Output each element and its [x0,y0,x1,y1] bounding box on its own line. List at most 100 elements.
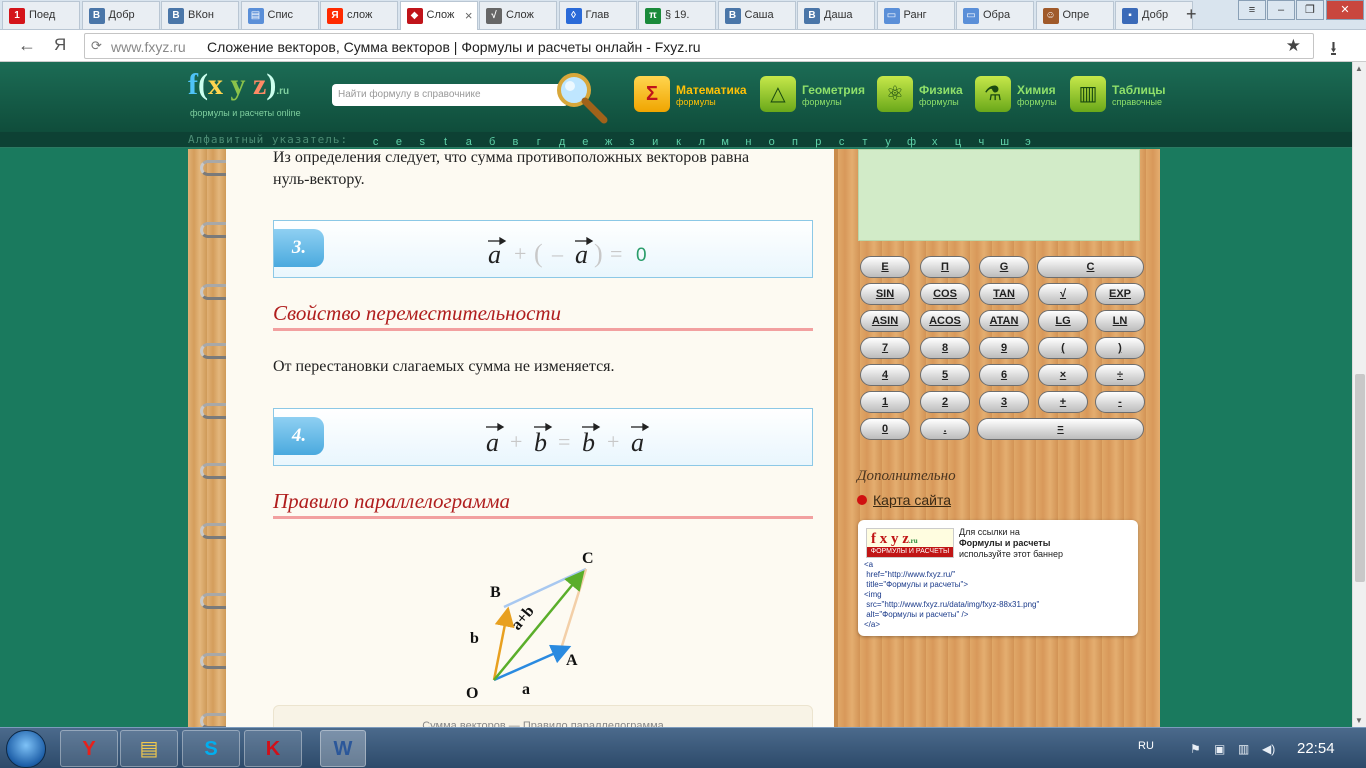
alphabet-letter[interactable]: о [760,134,783,150]
category-0[interactable]: Σ Математика формулы [634,76,754,116]
calc-key[interactable]: √ [1038,283,1088,305]
calc-key[interactable]: П [920,256,970,278]
minimize-icon[interactable]: – [1267,0,1295,20]
maximize-icon[interactable]: ❐ [1296,0,1324,20]
search-magnifier-icon[interactable] [552,68,608,124]
alphabet-letter[interactable]: ц [946,134,969,150]
clock[interactable]: 22:54 [1297,740,1335,757]
calc-key[interactable]: ( [1038,337,1088,359]
skype-taskbar-icon[interactable]: S [182,730,240,767]
alphabet-letter[interactable]: к [667,134,690,150]
scroll-up-icon[interactable]: ▲ [1355,64,1363,73]
calc-key[interactable]: ÷ [1095,364,1145,386]
banner-logo[interactable]: f x y z.ru ФОРМУЛЫ И РАСЧЕТЫ [866,528,954,558]
calc-key[interactable]: 0 [860,418,910,440]
formula-search-input[interactable]: Найти формулу в справочнике [332,84,568,106]
explorer-taskbar-icon[interactable]: ▤ [120,730,178,767]
alphabet-letter[interactable]: е [574,134,597,150]
calc-key[interactable]: 3 [979,391,1029,413]
alphabet-letter[interactable]: э [1016,134,1039,150]
scroll-thumb[interactable] [1355,374,1365,582]
calc-key[interactable]: ASIN [860,310,910,332]
browser-tab[interactable]: Яслож [320,1,398,29]
menu-icon[interactable]: ≡ [1238,0,1266,20]
alphabet-letter[interactable]: ф [900,134,923,150]
alphabet-letter[interactable]: д [550,134,573,150]
calc-key[interactable]: = [977,418,1144,440]
calc-key[interactable]: 7 [860,337,910,359]
calc-key[interactable]: 2 [920,391,970,413]
calc-key[interactable]: G [979,256,1029,278]
start-button[interactable] [6,730,46,768]
calc-key[interactable]: 9 [979,337,1029,359]
site-logo[interactable]: f(x y z).ru [188,68,289,102]
language-indicator[interactable]: RU [1138,740,1154,752]
calc-key[interactable]: ACOS [920,310,970,332]
alphabet-letter[interactable]: ч [970,134,993,150]
calc-key[interactable]: × [1038,364,1088,386]
calc-key[interactable]: 8 [920,337,970,359]
vertical-scrollbar[interactable]: ▲ ▼ [1352,62,1366,727]
alphabet-letter[interactable]: р [807,134,830,150]
alphabet-letter[interactable]: в [504,134,527,150]
calc-key[interactable]: + [1038,391,1088,413]
calc-key[interactable]: 5 [920,364,970,386]
calc-key[interactable]: ATAN [979,310,1029,332]
alphabet-letter[interactable]: м [713,134,736,150]
banner-code[interactable]: <a href="http://www.fxyz.ru/" title="Фор… [864,560,1039,630]
close-icon[interactable]: ✕ [1326,0,1364,20]
calc-key[interactable]: LN [1095,310,1145,332]
calc-key[interactable]: - [1095,391,1145,413]
alphabet-letter[interactable]: л [690,134,713,150]
browser-tab[interactable]: ▪ Добр [1115,1,1193,29]
yandex-taskbar-icon[interactable]: Y [60,730,118,767]
category-4[interactable]: ▥ Таблицы справочные [1070,76,1190,116]
url-field[interactable]: ⟳ www.fxyz.ru Сложение векторов, Сумма в… [84,33,1314,59]
calc-key[interactable]: COS [920,283,970,305]
network-icon[interactable]: ▥ [1238,742,1249,756]
usb-icon[interactable]: ▣ [1214,742,1225,756]
browser-tab[interactable]: ◊ Глав [558,1,637,29]
tab-close-icon[interactable]: × [465,8,473,23]
kaspersky-taskbar-icon[interactable]: K [244,730,302,767]
alphabet-letter[interactable]: ш [993,134,1016,150]
calc-key[interactable]: ) [1095,337,1145,359]
calc-key[interactable]: LG [1038,310,1088,332]
calc-key[interactable]: . [920,418,970,440]
calc-key[interactable]: 4 [860,364,910,386]
scroll-down-icon[interactable]: ▼ [1355,716,1363,725]
browser-tab[interactable]: ▤ Спис [240,1,319,29]
browser-tab[interactable]: В Добр [81,1,160,29]
alphabet-letter[interactable]: х [923,134,946,150]
alphabet-letter[interactable]: п [783,134,806,150]
browser-tab[interactable]: ▭ Обра [956,1,1034,29]
calc-key[interactable]: E [860,256,910,278]
calc-key[interactable]: TAN [979,283,1029,305]
flag-icon[interactable]: ⚑ [1190,742,1201,756]
yandex-logo-icon[interactable]: Я [54,35,66,55]
alphabet-letter[interactable]: а [457,134,480,150]
browser-tab[interactable]: В ВКон [161,1,239,29]
alphabet-letter[interactable]: t [434,134,457,150]
alphabet-letter[interactable]: з [620,134,643,150]
browser-tab[interactable]: В Даша [797,1,875,29]
calc-key[interactable]: 6 [979,364,1029,386]
alphabet-letter[interactable]: ж [597,134,620,150]
volume-icon[interactable]: ◀) [1262,742,1275,756]
calc-key[interactable]: SIN [860,283,910,305]
word-taskbar-icon[interactable]: W [320,730,366,767]
browser-tab[interactable]: ◆ Слож × [399,1,478,30]
sitemap-link[interactable]: Карта сайта [857,492,951,508]
alphabet-letter[interactable]: e [387,134,410,150]
alphabet-letter[interactable]: с [830,134,853,150]
alphabet-letter[interactable]: у [877,134,900,150]
alphabet-letter[interactable]: б [480,134,503,150]
alphabet-letter[interactable]: н [737,134,760,150]
calc-key[interactable]: EXP [1095,283,1145,305]
category-1[interactable]: △ Геометрия формулы [760,76,880,116]
browser-tab[interactable]: ▭ Ранг [876,1,955,29]
alphabet-letter[interactable]: г [527,134,550,150]
back-arrow-icon[interactable]: ← [18,35,36,56]
bookmark-star-icon[interactable]: ★ [1286,36,1301,56]
refresh-icon[interactable]: ⟳ [91,38,102,54]
